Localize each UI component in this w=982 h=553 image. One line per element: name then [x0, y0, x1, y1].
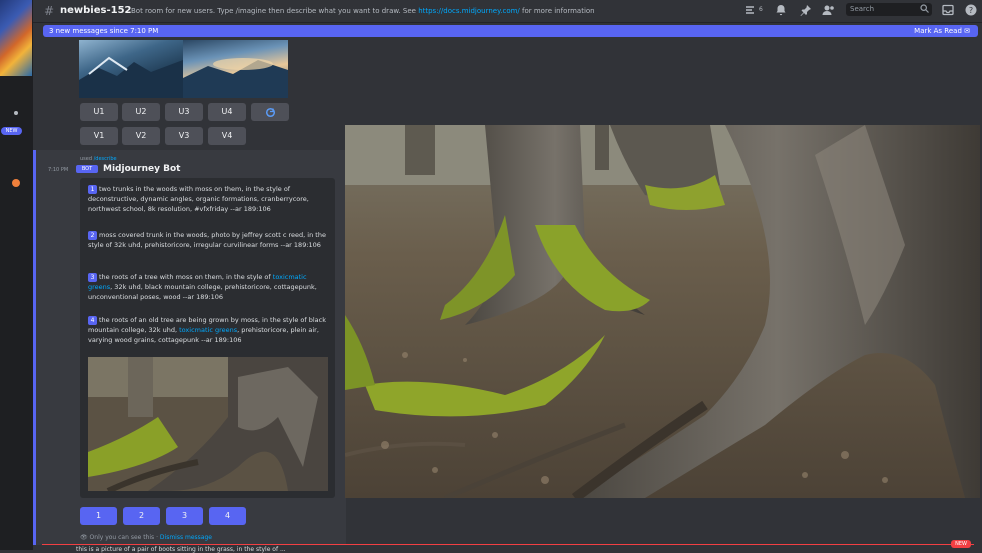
refresh-icon [265, 107, 275, 118]
describe-option-1-button[interactable]: 1 [80, 507, 117, 525]
ephemeral-notice: 👁 Only you can see this · Dismiss messag… [80, 534, 212, 541]
bot-username[interactable]: Midjourney Bot [103, 164, 180, 174]
inbox-icon[interactable] [942, 4, 954, 19]
topic-suffix: for more information [522, 7, 595, 15]
upscale-2-button[interactable]: U2 [122, 103, 160, 121]
new-badge: NEW [1, 127, 22, 135]
pin-icon[interactable] [800, 4, 812, 19]
prompt-link[interactable]: toxicmatic greens [179, 326, 237, 334]
generated-image-thumbnail[interactable] [79, 40, 183, 98]
describe-option-3-button[interactable]: 3 [166, 507, 203, 525]
generated-image-thumbnail[interactable] [183, 40, 288, 98]
dismiss-message-link[interactable]: Dismiss message [160, 534, 212, 541]
variation-2-button[interactable]: V2 [122, 127, 160, 145]
prompt-number: 4 [88, 316, 97, 325]
variation-1-button[interactable]: V1 [80, 127, 118, 145]
upscale-4-button[interactable]: U4 [208, 103, 246, 121]
reply-context[interactable]: used /describe [80, 156, 117, 162]
prompt-number: 3 [88, 273, 97, 282]
new-messages-banner[interactable]: 3 new messages since 7:10 PM Mark As Rea… [43, 25, 978, 37]
prompt-number: 1 [88, 185, 97, 194]
notification-dot [12, 179, 20, 187]
prompt-number: 2 [88, 231, 97, 240]
prompt-text: moss covered trunk in the woods, photo b… [88, 231, 326, 249]
variation-4-button[interactable]: V4 [208, 127, 246, 145]
new-messages-text: 3 new messages since 7:10 PM [49, 27, 159, 35]
new-messages-divider [42, 544, 974, 545]
prompt-text: the roots of a tree with moss on them, i… [99, 273, 271, 281]
only-you-text: Only you can see this [89, 534, 155, 541]
svg-text:?: ? [969, 6, 973, 15]
describe-option-2-button[interactable]: 2 [123, 507, 160, 525]
search-icon [920, 4, 929, 15]
members-icon[interactable] [822, 4, 835, 19]
server-rail [0, 0, 33, 550]
channel-name: newbies-152 [60, 5, 132, 16]
upscaled-image[interactable] [345, 125, 980, 498]
threads-icon[interactable] [744, 4, 758, 19]
message-timestamp: 7:10 PM [48, 167, 69, 173]
describe-option-4-button[interactable]: 4 [209, 507, 246, 525]
mark-as-read-label: Mark As Read [914, 27, 962, 35]
message-highlight-bar [33, 150, 36, 545]
member-count: 6 [759, 6, 763, 13]
server-icon[interactable] [0, 0, 32, 76]
channel-topic: Bot room for new users. Type /imagine th… [131, 7, 595, 15]
prompt-text: , 32k uhd, black mountain college, prehi… [88, 283, 317, 301]
upscale-1-button[interactable]: U1 [80, 103, 118, 121]
bot-tag: BOT [76, 165, 98, 173]
topic-link[interactable]: https://docs.midjourney.com/ [418, 7, 520, 15]
reply-command[interactable]: /describe [94, 156, 117, 162]
unread-dot [14, 111, 18, 115]
prompt-option-2: 2 moss covered trunk in the woods, photo … [88, 230, 328, 250]
new-divider-pill: NEW [951, 540, 971, 548]
prompt-option-3: 3 the roots of a tree with moss on them, … [88, 272, 328, 302]
topic-prefix: Bot room for new users. Type /imagine th… [131, 7, 416, 15]
embed-image[interactable] [88, 357, 328, 491]
prompt-option-4: 4 the roots of an old tree are being grow… [88, 315, 328, 345]
bell-icon[interactable] [775, 4, 787, 19]
prompt-option-1: 1 two trunks in the woods with moss on th… [88, 184, 328, 214]
reply-used-text: used [80, 156, 93, 162]
help-icon[interactable]: ? [965, 4, 977, 19]
eye-icon: 👁 [80, 534, 88, 541]
variation-3-button[interactable]: V3 [165, 127, 203, 145]
mark-as-read-button[interactable]: Mark As Read ✉ [914, 25, 970, 37]
reroll-button[interactable] [251, 103, 289, 121]
hashtag-icon: # [44, 4, 55, 18]
prompt-text: two trunks in the woods with moss on the… [88, 185, 309, 213]
upscale-3-button[interactable]: U3 [165, 103, 203, 121]
